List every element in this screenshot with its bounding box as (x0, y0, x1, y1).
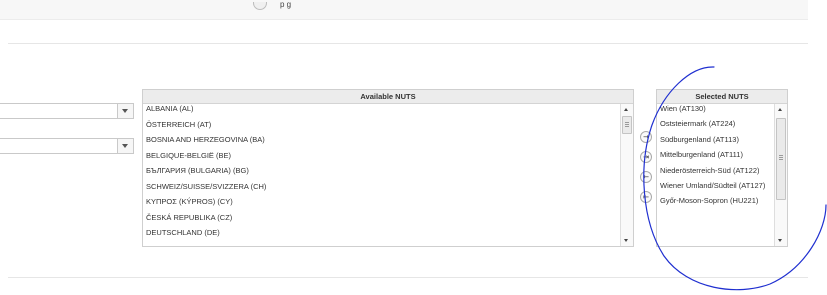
list-item[interactable]: SCHWEIZ/SUISSE/SVIZZERA (CH) (143, 182, 621, 192)
selected-nuts-list[interactable]: Wien (AT130) Oststeiermark (AT224) Südbu… (657, 104, 775, 246)
available-nuts-panel: Available NUTS ALBANIA (AL) ÖSTERREICH (… (142, 89, 634, 247)
list-item[interactable]: DEUTSCHLAND (DE) (143, 228, 621, 238)
available-nuts-header: Available NUTS (143, 90, 633, 104)
add-all-button[interactable]: ⇥ (640, 151, 652, 163)
divider (8, 43, 808, 44)
list-item[interactable]: Oststeiermark (AT224) (657, 119, 775, 129)
select-dropdown-1[interactable] (0, 103, 134, 119)
scroll-down-icon[interactable] (624, 239, 628, 242)
scroll-up-icon[interactable] (778, 108, 782, 111)
list-item[interactable]: ΚΥΠΡΟΣ (KÝPROS) (CY) (143, 197, 621, 207)
divider (8, 277, 808, 278)
list-item[interactable]: BELGIQUE-BELGIË (BE) (143, 151, 621, 161)
remove-all-button[interactable]: ⇤ (640, 191, 652, 203)
grip-line (625, 126, 629, 127)
grip-line (625, 124, 629, 125)
remove-selected-button[interactable]: ← (640, 171, 652, 183)
list-item[interactable]: BOSNIA AND HERZEGOVINA (BA) (143, 135, 621, 145)
chevron-down-icon[interactable] (117, 104, 133, 118)
grip-line (779, 157, 783, 158)
select-dropdown-2[interactable] (0, 138, 134, 154)
available-nuts-list[interactable]: ALBANIA (AL) ÖSTERREICH (AT) BOSNIA AND … (143, 104, 621, 246)
grip-line (779, 155, 783, 156)
chevron-down-icon[interactable] (117, 139, 133, 153)
list-item[interactable]: Südburgenland (AT113) (657, 135, 775, 145)
selected-scrollbar[interactable] (774, 104, 787, 246)
top-partial-label: p g (280, 0, 292, 9)
list-item[interactable]: Győr-Moson-Sopron (HU221) (657, 196, 775, 206)
selected-nuts-panel: Selected NUTS Wien (AT130) Oststeiermark… (656, 89, 788, 247)
top-band (0, 0, 808, 20)
list-item[interactable]: ALBANIA (AL) (143, 104, 621, 114)
scroll-thumb[interactable] (776, 118, 786, 200)
grip-line (779, 159, 783, 160)
list-item[interactable]: Wiener Umland/Südteil (AT127) (657, 181, 775, 191)
list-item[interactable]: Wien (AT130) (657, 104, 775, 114)
scroll-down-icon[interactable] (778, 239, 782, 242)
selected-nuts-header: Selected NUTS (657, 90, 787, 104)
list-item[interactable]: ČESKÁ REPUBLIKA (CZ) (143, 213, 621, 223)
grip-line (625, 122, 629, 123)
list-item[interactable]: Niederösterreich-Süd (AT122) (657, 166, 775, 176)
available-scrollbar[interactable] (620, 104, 633, 246)
scroll-thumb[interactable] (622, 116, 632, 134)
list-item[interactable]: ÖSTERREICH (AT) (143, 120, 621, 130)
list-item[interactable]: Mittelburgenland (AT111) (657, 150, 775, 160)
add-selected-button[interactable]: → (640, 131, 652, 143)
scroll-up-icon[interactable] (624, 108, 628, 111)
list-item[interactable]: БЪЛГАРИЯ (BULGARIA) (BG) (143, 166, 621, 176)
